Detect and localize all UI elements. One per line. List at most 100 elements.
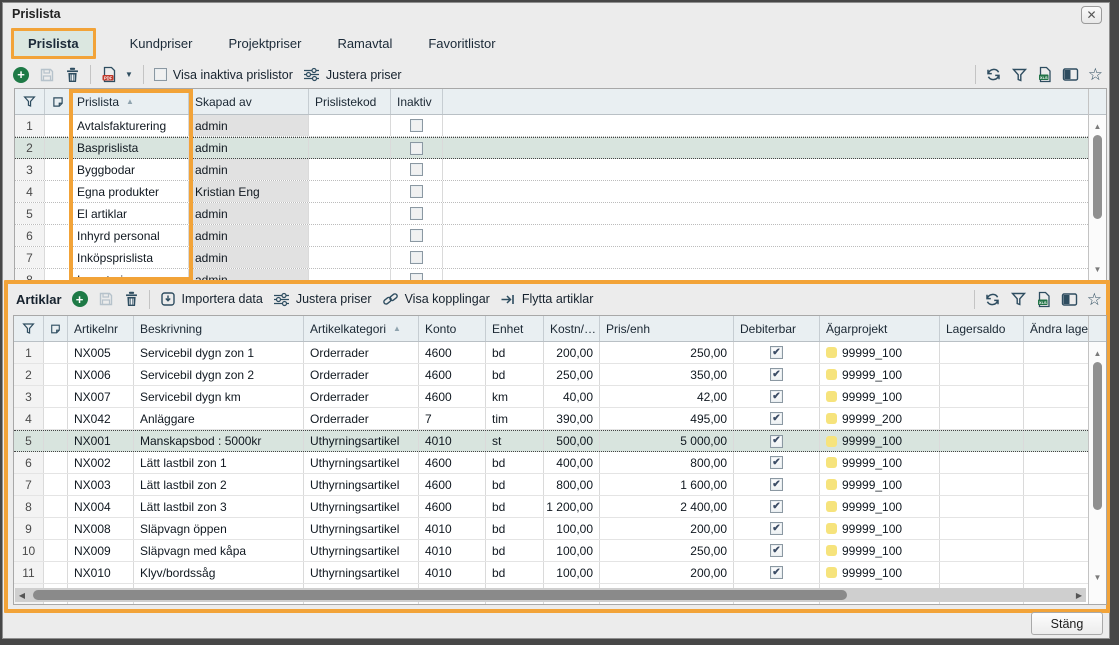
cell-inactive[interactable] <box>391 159 443 180</box>
export-xls-button[interactable]: XLS <box>1036 291 1052 308</box>
cell-agarprojekt[interactable]: 99999_100 <box>820 562 940 583</box>
cell-konto[interactable]: 4600 <box>419 496 486 517</box>
cell-pris[interactable]: 350,00 <box>600 364 734 385</box>
cell-pris[interactable]: 800,00 <box>600 452 734 473</box>
pricelist-row[interactable]: 4Egna produkterKristian Eng <box>15 181 1088 203</box>
cell-rownum[interactable]: 2 <box>15 138 45 158</box>
scroll-down-icon[interactable]: ▼ <box>1089 573 1106 582</box>
cell-pris[interactable]: 250,00 <box>600 342 734 363</box>
cell-lagersaldo[interactable] <box>940 431 1024 451</box>
cell-lagersaldo[interactable] <box>940 540 1024 561</box>
cell-rownum[interactable]: 7 <box>15 247 45 268</box>
cell-lagersaldo[interactable] <box>940 364 1024 385</box>
cell-beskrivning[interactable]: Anläggare <box>134 408 304 429</box>
cell-lagersaldo[interactable] <box>940 562 1024 583</box>
column-header-debiterbar[interactable]: Debiterbar <box>734 316 820 341</box>
export-xls-button[interactable]: XLS <box>1037 66 1053 83</box>
cell-artikelnr[interactable]: NX042 <box>68 408 134 429</box>
cell-agarprojekt[interactable]: 99999_100 <box>820 452 940 473</box>
cell-note[interactable] <box>44 496 68 517</box>
add-article-button[interactable]: + <box>72 291 88 307</box>
cell-artikelkategori[interactable]: Orderrader <box>304 386 419 407</box>
cell-created_by[interactable]: admin <box>189 159 309 180</box>
checkbox[interactable] <box>770 390 783 403</box>
cell-rownum[interactable]: 6 <box>14 452 44 473</box>
cell-rownum[interactable]: 6 <box>15 225 45 246</box>
cell-pris[interactable]: 495,00 <box>600 408 734 429</box>
scrollbar-track[interactable] <box>29 590 1072 600</box>
cell-rownum[interactable]: 7 <box>14 474 44 495</box>
articles-row[interactable]: 7NX003Lätt lastbil zon 2Uthyrningsartike… <box>14 474 1088 496</box>
cell-agarprojekt[interactable]: 99999_100 <box>820 386 940 407</box>
cell-pris[interactable]: 5 000,00 <box>600 431 734 451</box>
cell-note[interactable] <box>44 386 68 407</box>
cell-andra_lager[interactable] <box>1024 342 1088 363</box>
tab-ramavtal[interactable]: Ramavtal <box>335 30 394 57</box>
cell-kostn[interactable]: 100,00 <box>544 540 600 561</box>
cell-created_by[interactable]: admin <box>189 115 309 136</box>
tab-favoritlistor[interactable]: Favoritlistor <box>426 30 497 57</box>
cell-inactive[interactable] <box>391 203 443 224</box>
cell-artikelnr[interactable]: NX008 <box>68 518 134 539</box>
cell-kostn[interactable]: 100,00 <box>544 562 600 583</box>
cell-debiterbar[interactable] <box>734 431 820 451</box>
pricelist-row[interactable]: 5El artiklaradmin <box>15 203 1088 225</box>
cell-artikelnr[interactable]: NX009 <box>68 540 134 561</box>
cell-beskrivning[interactable]: Släpvagn öppen <box>134 518 304 539</box>
cell-inactive[interactable] <box>391 138 443 158</box>
cell-artikelnr[interactable]: NX002 <box>68 452 134 473</box>
cell-artikelkategori[interactable]: Orderrader <box>304 364 419 385</box>
cell-code[interactable] <box>309 115 391 136</box>
cell-konto[interactable]: 4600 <box>419 342 486 363</box>
cell-note[interactable] <box>45 115 71 136</box>
column-header-created_by[interactable]: Skapad av <box>189 89 309 114</box>
cell-rownum[interactable]: 1 <box>14 342 44 363</box>
refresh-button[interactable] <box>984 291 1001 308</box>
cell-note[interactable] <box>45 159 71 180</box>
cell-rownum[interactable]: 8 <box>14 496 44 517</box>
cell-debiterbar[interactable] <box>734 342 820 363</box>
cell-pris[interactable]: 200,00 <box>600 562 734 583</box>
cell-pris[interactable]: 250,00 <box>600 540 734 561</box>
cell-created_by[interactable]: admin <box>189 138 309 158</box>
cell-konto[interactable]: 4600 <box>419 474 486 495</box>
cell-note[interactable] <box>44 408 68 429</box>
cell-created_by[interactable]: admin <box>189 203 309 224</box>
cell-enhet[interactable]: bd <box>486 496 544 517</box>
pricelist-row[interactable]: 1Avtalsfaktureringadmin <box>15 115 1088 137</box>
adjust-prices-button[interactable]: Justera priser <box>303 67 402 82</box>
cell-code[interactable] <box>309 138 391 158</box>
column-header-pris[interactable]: Pris/enh <box>600 316 734 341</box>
cell-agarprojekt[interactable]: 99999_100 <box>820 518 940 539</box>
column-header-agarprojekt[interactable]: Ägarprojekt <box>820 316 940 341</box>
cell-artikelkategori[interactable]: Uthyrningsartikel <box>304 496 419 517</box>
column-header-artikelnr[interactable]: Artikelnr <box>68 316 134 341</box>
filter-button[interactable] <box>1011 67 1028 83</box>
cell-andra_lager[interactable] <box>1024 408 1088 429</box>
cell-note[interactable] <box>44 518 68 539</box>
scroll-down-icon[interactable]: ▼ <box>1089 265 1106 274</box>
cell-konto[interactable]: 4010 <box>419 562 486 583</box>
cell-kostn[interactable]: 390,00 <box>544 408 600 429</box>
cell-konto[interactable]: 4600 <box>419 452 486 473</box>
pricelist-vertical-scrollbar[interactable]: ▲ ▼ <box>1088 89 1106 282</box>
cell-andra_lager[interactable] <box>1024 474 1088 495</box>
delete-article-button[interactable] <box>124 291 139 307</box>
cell-rownum[interactable]: 3 <box>15 159 45 180</box>
favorite-button[interactable]: ☆ <box>1087 291 1102 308</box>
cell-debiterbar[interactable] <box>734 364 820 385</box>
cell-andra_lager[interactable] <box>1024 431 1088 451</box>
cell-rownum[interactable]: 2 <box>14 364 44 385</box>
show-links-button[interactable]: Visa kopplingar <box>382 291 490 307</box>
column-header-inactive[interactable]: Inaktiv <box>391 89 443 114</box>
column-header-lagersaldo[interactable]: Lagersaldo <box>940 316 1024 341</box>
cell-agarprojekt[interactable]: 99999_100 <box>820 342 940 363</box>
cell-enhet[interactable]: bd <box>486 540 544 561</box>
cell-note[interactable] <box>44 452 68 473</box>
cell-created_by[interactable]: admin <box>189 225 309 246</box>
cell-beskrivning[interactable]: Lätt lastbil zon 1 <box>134 452 304 473</box>
cell-artikelkategori[interactable]: Orderrader <box>304 408 419 429</box>
checkbox[interactable] <box>410 142 423 155</box>
cell-agarprojekt[interactable]: 99999_100 <box>820 431 940 451</box>
cell-konto[interactable]: 4010 <box>419 518 486 539</box>
